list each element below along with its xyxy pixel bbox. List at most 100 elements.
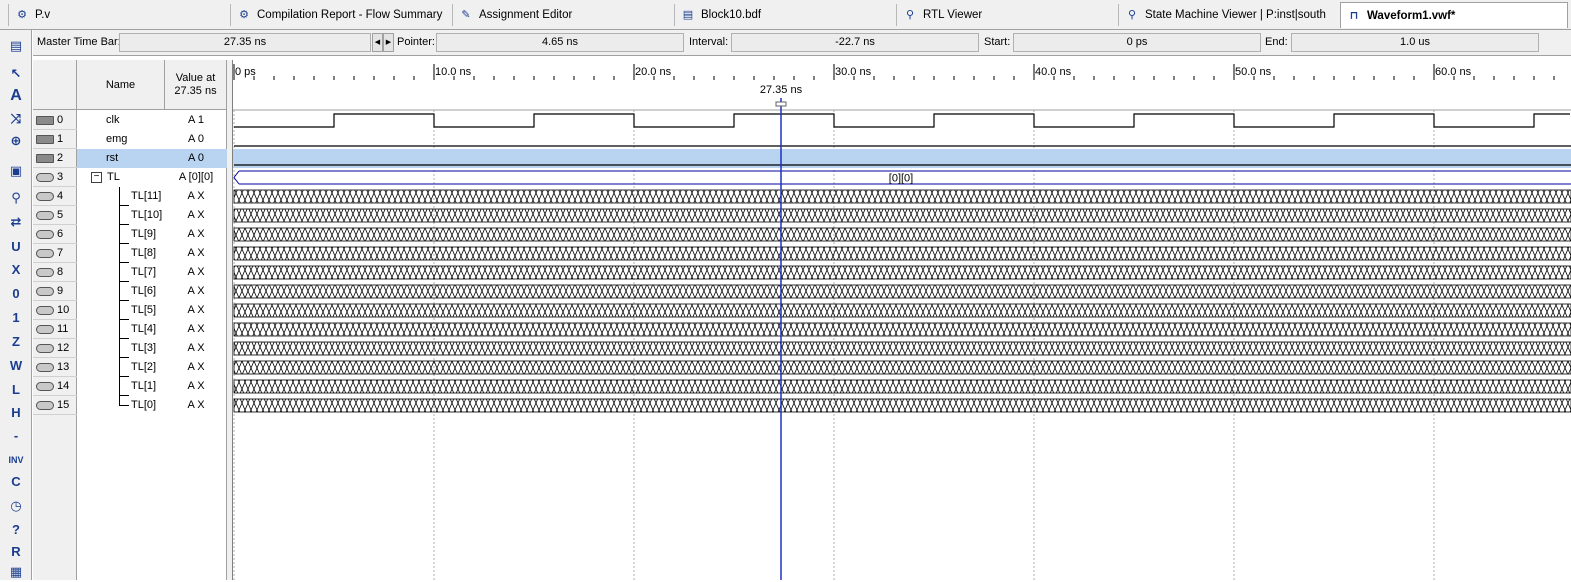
signal-row[interactable]: 13 TL[2] A X (33, 358, 233, 377)
weak-high-icon[interactable]: H (4, 403, 28, 423)
output-pin-icon (36, 287, 54, 296)
signal-row[interactable]: 10 TL[5] A X (33, 301, 233, 320)
tab-label: Waveform1.vwf* (1367, 9, 1456, 22)
signal-name: TL[1] (131, 380, 157, 392)
signal-row[interactable]: 11 TL[4] A X (33, 320, 233, 339)
master-time-bar-prev-button[interactable]: ◀ (372, 33, 383, 52)
signal-row[interactable]: 4 TL[11] A X (33, 187, 233, 206)
text-tool-icon[interactable]: A (4, 86, 28, 106)
signal-index-cell: 4 (33, 187, 77, 206)
signal-index: 9 (57, 285, 64, 297)
output-pin-icon (36, 173, 54, 182)
signal-index: 12 (57, 342, 70, 354)
tab-block10-bdf[interactable]: ▤ Block10.bdf (674, 4, 894, 26)
dont-care-icon[interactable]: - (4, 426, 28, 446)
overwrite-clock-icon[interactable]: ◷ (4, 496, 28, 516)
signal-index-cell: 15 (33, 396, 77, 415)
master-time-cursor-handle (775, 101, 787, 107)
signal-row[interactable]: 12 TL[3] A X (33, 339, 233, 358)
signal-index-cell: 10 (33, 301, 77, 320)
signal-name-cell: TL[2] (77, 358, 165, 377)
invert-icon[interactable]: INV (4, 450, 28, 470)
signal-index: 11 (57, 323, 69, 335)
signal-row[interactable]: 15 TL[0] A X (33, 396, 233, 415)
signal-row[interactable]: 14 TL[1] A X (33, 377, 233, 396)
signal-row[interactable]: 1 emg A 0 (33, 130, 233, 149)
forcing-high-icon[interactable]: 1 (4, 308, 28, 328)
value-column-header[interactable]: Value at 27.35 ns (165, 60, 227, 110)
signal-value: A X (187, 323, 205, 335)
replace-icon[interactable]: ⇄ (4, 212, 28, 232)
signal-name: TL[5] (131, 304, 157, 316)
unknown-value-waveform (233, 284, 1571, 299)
tab-rtl-viewer[interactable]: ⚲ RTL Viewer (896, 4, 1116, 26)
tab-assignment-editor[interactable]: ✎ Assignment Editor (452, 4, 672, 26)
signal-index: 4 (57, 190, 64, 202)
signal-name: TL[4] (131, 323, 157, 335)
signal-value: A 0 (165, 149, 227, 168)
signal-row[interactable]: 2 rst A 0 (33, 149, 233, 168)
signal-row[interactable]: 9 TL[6] A X (33, 282, 233, 301)
signal-index: 8 (57, 266, 64, 278)
unknown-value-waveform (233, 303, 1571, 318)
unknown-value-waveform (233, 322, 1571, 337)
signal-row[interactable]: 3 − TL A [0][0] (33, 168, 233, 187)
signal-row[interactable]: 7 TL[8] A X (33, 244, 233, 263)
start-field[interactable]: 0 ps (1013, 33, 1261, 52)
signal-value: A 0 (188, 133, 204, 145)
signal-value: A 1 (188, 114, 204, 126)
high-impedance-icon[interactable]: Z (4, 332, 28, 352)
signal-row[interactable]: 0 clk A 1 (33, 111, 233, 130)
signal-name-cell: TL[7] (77, 263, 165, 282)
state-machine-icon: ⚲ (1127, 9, 1137, 21)
toolbar-settings-icon[interactable]: ▤ (4, 36, 28, 56)
weak-unknown-icon[interactable]: W (4, 356, 28, 376)
unknown-value-waveform (233, 265, 1571, 280)
output-pin-icon (36, 382, 54, 391)
waveform-grid: Name Value at 27.35 ns 0 clk A 1 1 emg A 0 2 rs… (33, 60, 1571, 580)
master-time-bar-label: Master Time Bar: (37, 36, 121, 48)
forcing-unknown-icon[interactable]: X (4, 260, 28, 280)
sort-icon[interactable]: ▦ (4, 562, 28, 582)
unknown-value-waveform (233, 189, 1571, 204)
tab-p-v[interactable]: ⚙ P.v (8, 4, 228, 26)
tab-compilation-report-flow-summary[interactable]: ⚙ Compilation Report - Flow Summary (230, 4, 450, 26)
waveform-display[interactable]: [0][0] 0 ps 10.0 ns 20.0 ns 30.0 ns 40.0 ns 5… (233, 60, 1571, 580)
name-column-header[interactable]: Name (77, 60, 165, 110)
index-column-header (33, 60, 77, 110)
master-time-bar-field[interactable]: 27.35 ns (119, 33, 371, 52)
forcing-low-icon[interactable]: 0 (4, 284, 28, 304)
output-pin-icon (36, 306, 54, 315)
signal-index: 5 (57, 209, 64, 221)
collapse-group-icon[interactable]: − (91, 172, 102, 183)
tab-label: Assignment Editor (479, 9, 573, 21)
signal-row[interactable]: 6 TL[9] A X (33, 225, 233, 244)
tree-branch-line (119, 339, 129, 358)
find-icon[interactable]: ⚲ (4, 188, 28, 208)
waveform-canvas[interactable]: [0][0] 0 ps 10.0 ns 20.0 ns 30.0 ns 40.0 ns 5… (233, 60, 1571, 580)
output-pin-icon (36, 401, 54, 410)
output-pin-icon (36, 211, 54, 220)
zoom-tool-icon[interactable]: ⊕ (4, 131, 28, 151)
end-field[interactable]: 1.0 us (1291, 33, 1539, 52)
weak-low-icon[interactable]: L (4, 380, 28, 400)
output-pin-icon (36, 363, 54, 372)
unknown-value-waveform (233, 227, 1571, 242)
tab-state-machine-viewer-p-inst-south[interactable]: ⚲ State Machine Viewer | P:inst|south (1118, 4, 1338, 26)
signal-index: 0 (57, 114, 64, 126)
selection-tool-icon[interactable]: ↖ (4, 64, 28, 84)
report-icon: ⚙ (239, 9, 249, 21)
random-values-icon[interactable]: R (4, 542, 28, 562)
uninitialized-icon[interactable]: U (4, 237, 28, 257)
signal-row[interactable]: 5 TL[10] A X (33, 206, 233, 225)
signal-index-cell: 8 (33, 263, 77, 282)
full-screen-icon[interactable]: ▣ (4, 161, 28, 181)
master-time-bar-next-button[interactable]: ▶ (383, 33, 394, 52)
count-value-icon[interactable]: C (4, 472, 28, 492)
signal-value: A X (187, 285, 205, 297)
arbitrary-value-icon[interactable]: ? (4, 520, 28, 540)
signal-row[interactable]: 8 TL[7] A X (33, 263, 233, 282)
tab-waveform1-vwf[interactable]: ⊓ Waveform1.vwf* (1340, 2, 1568, 28)
waveform-editing-tool-icon[interactable]: ⤨ (4, 109, 28, 129)
signal-value: A X (187, 247, 205, 259)
